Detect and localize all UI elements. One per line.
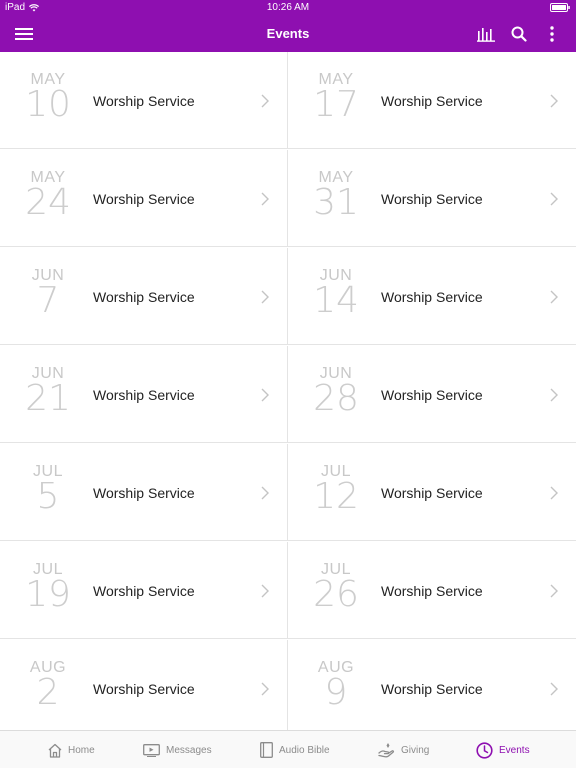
event-day: 12 xyxy=(313,476,359,517)
more-vertical-icon xyxy=(550,26,554,42)
event-date: JUL 5 xyxy=(20,462,76,516)
event-title: Worship Service xyxy=(381,387,483,403)
chevron-right-icon xyxy=(550,486,558,500)
tab-label: Audio Bible xyxy=(279,744,330,756)
book-icon xyxy=(260,742,273,758)
event-date: MAY 10 xyxy=(20,70,76,124)
event-card[interactable]: JUL 26 Worship Service xyxy=(288,542,576,639)
event-card[interactable]: MAY 24 Worship Service xyxy=(0,150,288,247)
event-title: Worship Service xyxy=(93,485,195,501)
event-date: JUL 19 xyxy=(20,560,76,614)
equalizer-icon xyxy=(477,28,495,42)
event-date: JUN 7 xyxy=(20,266,76,320)
chevron-right-icon xyxy=(261,290,269,304)
tab-audio-bible[interactable]: Audio Bible xyxy=(260,740,330,760)
event-card[interactable]: JUN 14 Worship Service xyxy=(288,248,576,345)
chevron-right-icon xyxy=(550,682,558,696)
event-title: Worship Service xyxy=(93,289,195,305)
tab-label: Home xyxy=(68,744,95,756)
tab-label: Messages xyxy=(166,744,212,756)
chevron-right-icon xyxy=(261,388,269,402)
event-date: JUL 26 xyxy=(308,560,364,614)
event-day: 14 xyxy=(313,280,359,321)
event-title: Worship Service xyxy=(381,289,483,305)
event-title: Worship Service xyxy=(381,191,483,207)
event-title: Worship Service xyxy=(381,485,483,501)
event-date: JUN 21 xyxy=(20,364,76,418)
status-bar: iPad 10:26 AM xyxy=(0,0,576,16)
event-card[interactable]: AUG 9 Worship Service xyxy=(288,640,576,730)
battery-icon xyxy=(550,3,570,12)
chevron-right-icon xyxy=(550,290,558,304)
video-icon xyxy=(143,743,160,757)
tab-giving[interactable]: Giving xyxy=(378,740,429,760)
event-card[interactable]: JUL 19 Worship Service xyxy=(0,542,288,639)
event-card[interactable]: AUG 2 Worship Service xyxy=(0,640,288,730)
event-day: 31 xyxy=(313,182,359,223)
event-title: Worship Service xyxy=(381,681,483,697)
event-card[interactable]: MAY 31 Worship Service xyxy=(288,150,576,247)
event-date: AUG 2 xyxy=(20,658,76,712)
tab-label: Events xyxy=(499,744,530,756)
chevron-right-icon xyxy=(550,584,558,598)
giving-hand-icon xyxy=(378,743,395,758)
search-icon xyxy=(511,26,527,42)
more-options-button[interactable] xyxy=(542,24,562,44)
chevron-right-icon xyxy=(261,94,269,108)
tab-messages[interactable]: Messages xyxy=(143,740,212,760)
event-card[interactable]: JUN 21 Worship Service xyxy=(0,346,288,443)
event-day: 17 xyxy=(313,84,359,125)
event-day: 28 xyxy=(313,378,359,419)
chevron-right-icon xyxy=(261,682,269,696)
event-card[interactable]: JUN 28 Worship Service xyxy=(288,346,576,443)
event-date: MAY 17 xyxy=(308,70,364,124)
event-title: Worship Service xyxy=(93,93,195,109)
event-date: MAY 24 xyxy=(20,168,76,222)
event-day: 24 xyxy=(25,182,71,223)
event-day: 19 xyxy=(25,574,71,615)
event-day: 7 xyxy=(36,280,60,321)
event-title: Worship Service xyxy=(93,387,195,403)
event-day: 2 xyxy=(36,672,60,713)
event-title: Worship Service xyxy=(93,191,195,207)
event-card[interactable]: MAY 10 Worship Service xyxy=(0,52,288,149)
search-button[interactable] xyxy=(509,24,529,44)
event-title: Worship Service xyxy=(381,583,483,599)
event-day: 10 xyxy=(25,84,71,125)
event-card[interactable]: JUN 7 Worship Service xyxy=(0,248,288,345)
event-date: MAY 31 xyxy=(308,168,364,222)
tab-events[interactable]: Events xyxy=(476,740,530,760)
home-icon xyxy=(48,743,62,758)
event-title: Worship Service xyxy=(93,583,195,599)
event-date: AUG 9 xyxy=(308,658,364,712)
event-day: 9 xyxy=(324,672,348,713)
event-date: JUN 28 xyxy=(308,364,364,418)
chevron-right-icon xyxy=(261,584,269,598)
event-card[interactable]: JUL 5 Worship Service xyxy=(0,444,288,541)
chevron-right-icon xyxy=(550,94,558,108)
chevron-right-icon xyxy=(261,192,269,206)
event-title: Worship Service xyxy=(93,681,195,697)
event-day: 21 xyxy=(25,378,71,419)
tab-home[interactable]: Home xyxy=(48,740,95,760)
audio-bars-button[interactable] xyxy=(476,24,496,44)
event-day: 5 xyxy=(36,476,60,517)
chevron-right-icon xyxy=(550,388,558,402)
event-date: JUN 14 xyxy=(308,266,364,320)
chevron-right-icon xyxy=(261,486,269,500)
chevron-right-icon xyxy=(550,192,558,206)
event-card[interactable]: JUL 12 Worship Service xyxy=(288,444,576,541)
clock-icon xyxy=(476,741,493,759)
tab-bar: Home Messages Audio Bible Giving Events xyxy=(0,730,576,768)
events-grid: MAY 10 Worship Service MAY 17 Worship Se… xyxy=(0,52,576,730)
tab-label: Giving xyxy=(401,744,430,756)
event-day: 26 xyxy=(313,574,359,615)
nav-bar: Events xyxy=(0,16,576,52)
event-date: JUL 12 xyxy=(308,462,364,516)
event-card[interactable]: MAY 17 Worship Service xyxy=(288,52,576,149)
status-time: 10:26 AM xyxy=(266,2,310,13)
event-title: Worship Service xyxy=(381,93,483,109)
